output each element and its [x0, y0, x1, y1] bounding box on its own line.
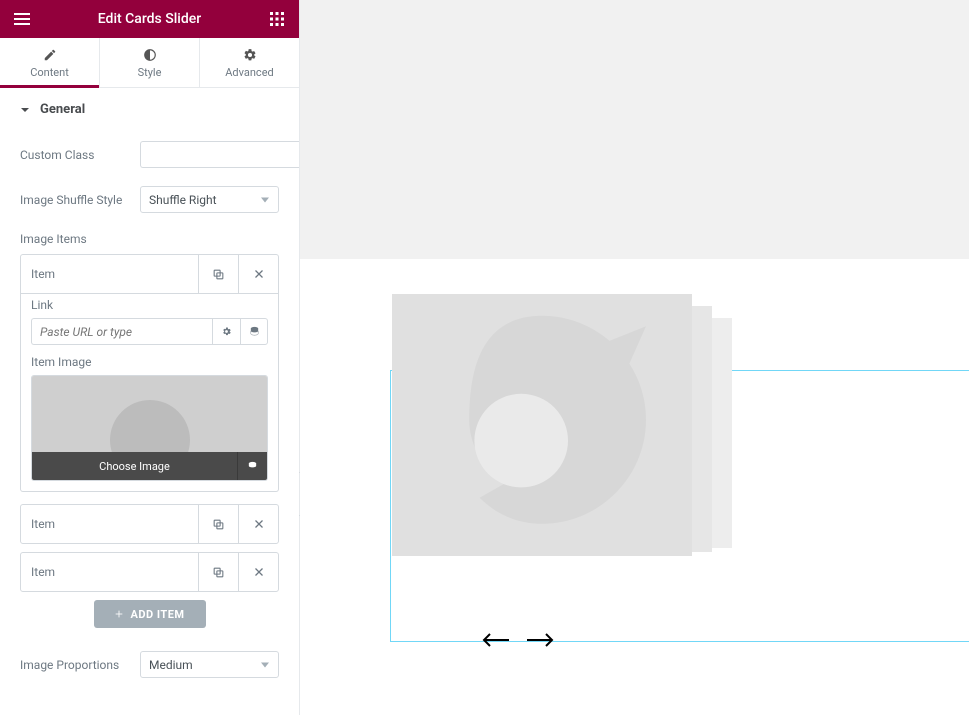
- card-1: [392, 294, 692, 556]
- prev-arrow[interactable]: [482, 632, 510, 651]
- canvas-header-area: [300, 0, 969, 259]
- item-1-duplicate[interactable]: [198, 505, 238, 543]
- tab-style-label: Style: [138, 66, 162, 79]
- link-options[interactable]: [212, 318, 240, 345]
- item-2-toggle[interactable]: Item: [21, 553, 198, 591]
- gear-icon: [243, 48, 257, 62]
- arrow-left-icon: [482, 633, 510, 647]
- choose-image-button[interactable]: Choose Image: [32, 452, 237, 480]
- section-general[interactable]: General: [0, 88, 299, 132]
- link-label: Link: [31, 298, 268, 312]
- item-1-remove[interactable]: [238, 505, 278, 543]
- database-icon: [247, 461, 258, 472]
- custom-class-label: Custom Class: [20, 148, 140, 162]
- copy-icon: [212, 566, 225, 579]
- image-shuffle-select[interactable]: Shuffle Right: [140, 186, 279, 213]
- section-general-label: General: [40, 102, 85, 117]
- menu-button[interactable]: [10, 7, 34, 31]
- plus-icon: [114, 609, 124, 619]
- item-0-body: Link Item Image: [20, 286, 279, 492]
- item-2-duplicate[interactable]: [198, 553, 238, 591]
- next-arrow[interactable]: [526, 632, 554, 651]
- link-dynamic[interactable]: [240, 318, 268, 345]
- apps-button[interactable]: [265, 7, 289, 31]
- item-1-name: Item: [31, 517, 55, 531]
- image-dynamic[interactable]: [237, 452, 267, 480]
- hamburger-icon: [14, 11, 30, 27]
- style-icon: [143, 48, 157, 62]
- tab-content-label: Content: [30, 66, 69, 79]
- item-1-toggle[interactable]: Item: [21, 505, 198, 543]
- image-proportions-select[interactable]: Medium: [140, 651, 279, 678]
- item-0-remove[interactable]: [238, 255, 278, 293]
- image-preview[interactable]: [32, 376, 267, 452]
- tab-content[interactable]: Content: [0, 38, 100, 87]
- image-proportions-value: Medium: [149, 658, 193, 672]
- item-2-remove[interactable]: [238, 553, 278, 591]
- preview-canvas: [300, 0, 969, 715]
- item-0-toggle[interactable]: Item: [21, 255, 198, 293]
- placeholder-image-icon: [412, 295, 672, 555]
- close-icon: [253, 268, 265, 280]
- placeholder-avatar-icon: [110, 400, 190, 452]
- caret-down-icon: [20, 105, 30, 115]
- pencil-icon: [43, 48, 57, 62]
- close-icon: [253, 518, 265, 530]
- image-proportions-label: Image Proportions: [20, 658, 140, 672]
- image-shuffle-label: Image Shuffle Style: [20, 193, 140, 207]
- item-0-duplicate[interactable]: [198, 255, 238, 293]
- tab-style[interactable]: Style: [100, 38, 200, 87]
- arrow-right-icon: [526, 633, 554, 647]
- tab-advanced[interactable]: Advanced: [200, 38, 299, 87]
- grid-icon: [270, 12, 284, 26]
- link-input[interactable]: [31, 318, 212, 345]
- custom-class-input[interactable]: [140, 141, 299, 168]
- item-2-name: Item: [31, 565, 55, 579]
- tab-advanced-label: Advanced: [225, 66, 273, 79]
- panel-body: General Custom Class Image Shuffle Style…: [0, 88, 299, 715]
- copy-icon: [212, 268, 225, 281]
- database-icon: [249, 326, 260, 337]
- editor-sidebar: Edit Cards Slider Content Style Advanced: [0, 0, 300, 715]
- tabs: Content Style Advanced: [0, 38, 299, 88]
- gear-icon: [221, 326, 232, 337]
- image-items-label: Image Items: [0, 222, 299, 246]
- sidebar-header: Edit Cards Slider: [0, 0, 299, 38]
- item-image-label: Item Image: [31, 355, 268, 369]
- image-shuffle-value: Shuffle Right: [149, 193, 217, 207]
- copy-icon: [212, 518, 225, 531]
- close-icon: [253, 566, 265, 578]
- item-0-name: Item: [31, 267, 55, 281]
- panel-title: Edit Cards Slider: [98, 11, 201, 27]
- add-item-button[interactable]: ADD ITEM: [94, 600, 206, 628]
- image-chooser: Choose Image: [31, 375, 268, 481]
